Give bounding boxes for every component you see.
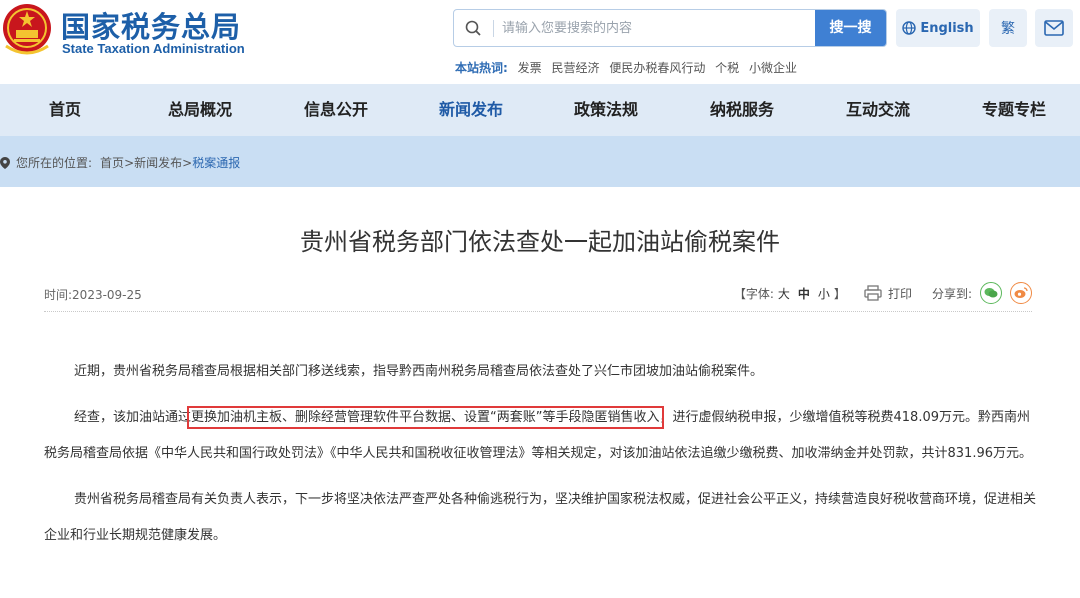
highlighted-text: 更换加油机主板、删除经营管理软件平台数据、设置“两套账”等手段隐匿销售收入 xyxy=(187,406,664,429)
hotword-link[interactable]: 发票 xyxy=(518,61,542,75)
mail-button[interactable] xyxy=(1035,9,1073,47)
share-label: 分享到: xyxy=(931,286,972,301)
search-input[interactable] xyxy=(502,10,812,46)
traditional-chinese-button[interactable]: 繁 xyxy=(989,9,1027,47)
nav-item-interaction[interactable]: 互动交流 xyxy=(836,84,920,136)
article-paragraph: 近期，贵州省税务局稽查局根据相关部门移送线索，指导黔西南州税务局稽查局依法查处了… xyxy=(74,364,764,379)
search-button[interactable]: 搜一搜 xyxy=(815,10,886,46)
publish-time: 时间:2023-09-25 xyxy=(44,288,142,302)
printer-icon xyxy=(864,285,882,301)
font-size-label-close: 】 xyxy=(833,286,846,301)
nav-item-news[interactable]: 新闻发布 xyxy=(429,84,513,136)
hotwords-bar: 本站热词: 发票 民营经济 便民办税春风行动 个税 小微企业 xyxy=(455,59,797,76)
nav-item-info-disclosure[interactable]: 信息公开 xyxy=(294,84,378,136)
english-label: English xyxy=(920,20,974,36)
font-size-small-button[interactable]: 小 xyxy=(818,287,830,301)
location-pin-icon xyxy=(0,156,10,169)
nav-item-overview[interactable]: 总局概况 xyxy=(158,84,242,136)
site-logo-title[interactable]: 国家税务总局 xyxy=(61,4,241,46)
paragraph-text: 经查，该加油站通过 xyxy=(74,410,192,425)
hotword-link[interactable]: 民营经济 xyxy=(551,61,599,75)
font-size-label-open: 【字体: xyxy=(733,286,774,301)
share-wechat-button[interactable] xyxy=(980,282,1002,304)
font-size-selector: 【字体: 大中小】 xyxy=(734,285,846,302)
nav-item-tax-service[interactable]: 纳税服务 xyxy=(700,84,784,136)
site-logo-subtitle: State Taxation Administration xyxy=(62,41,245,56)
hotwords-label: 本站热词: xyxy=(455,61,508,75)
font-size-large-button[interactable]: 大 xyxy=(778,287,790,301)
hotword-link[interactable]: 便民办税春风行动 xyxy=(609,61,705,75)
mail-icon xyxy=(1044,20,1064,36)
hotword-link[interactable]: 小微企业 xyxy=(749,61,797,75)
breadcrumb-current-link[interactable]: 税案通报 xyxy=(192,154,240,171)
weibo-icon xyxy=(1014,287,1028,298)
breadcrumb-separator: > xyxy=(124,155,135,170)
wechat-icon xyxy=(984,288,998,298)
breadcrumb: 您所在的位置: 首页 > 新闻发布 > 税案通报 xyxy=(0,154,240,171)
article-paragraph: 经查，该加油站通过更换加油机主板、删除经营管理软件平台数据、设置“两套账”等手段… xyxy=(44,400,1038,472)
article-tools: 【字体: 大中小】 打印 分享到: xyxy=(734,282,1032,304)
print-label: 打印 xyxy=(887,286,912,301)
breadcrumb-news-link[interactable]: 新闻发布 xyxy=(134,154,182,171)
search-box: 搜一搜 xyxy=(453,9,887,47)
print-button[interactable]: 打印 xyxy=(864,285,912,302)
article-paragraph: 贵州省税务局稽查局有关负责人表示，下一步将坚决依法严查严处各种偷逃税行为，坚决维… xyxy=(44,492,1037,543)
breadcrumb-prefix: 您所在的位置: xyxy=(16,156,93,170)
nav-item-policy[interactable]: 政策法规 xyxy=(564,84,648,136)
nav-item-home[interactable]: 首页 xyxy=(28,84,102,136)
english-button[interactable]: English xyxy=(896,9,980,47)
search-icon xyxy=(465,20,481,36)
font-size-medium-button[interactable]: 中 xyxy=(798,287,810,301)
search-divider xyxy=(493,20,494,37)
article-body: 近期，贵州省税务局稽查局根据相关部门移送线索，指导黔西南州税务局稽查局依法查处了… xyxy=(44,354,1038,564)
article-title: 贵州省税务部门依法查处一起加油站偷税案件 xyxy=(300,228,780,256)
main-nav: 首页 总局概况 信息公开 新闻发布 政策法规 纳税服务 互动交流 专题专栏 xyxy=(0,84,1080,136)
national-emblem-icon xyxy=(3,4,51,55)
globe-icon xyxy=(902,21,917,35)
site-header: 国家税务总局 State Taxation Administration 搜一搜… xyxy=(0,0,1080,84)
breadcrumb-separator: > xyxy=(182,155,193,170)
hotword-link[interactable]: 个税 xyxy=(715,61,739,75)
share-weibo-button[interactable] xyxy=(1010,282,1032,304)
nav-item-topics[interactable]: 专题专栏 xyxy=(972,84,1056,136)
breadcrumb-bar: 您所在的位置: 首页 > 新闻发布 > 税案通报 xyxy=(0,136,1080,187)
article-meta: 时间:2023-09-25 【字体: 大中小】 打印 分享到: xyxy=(44,278,1032,312)
breadcrumb-home-link[interactable]: 首页 xyxy=(100,154,124,171)
